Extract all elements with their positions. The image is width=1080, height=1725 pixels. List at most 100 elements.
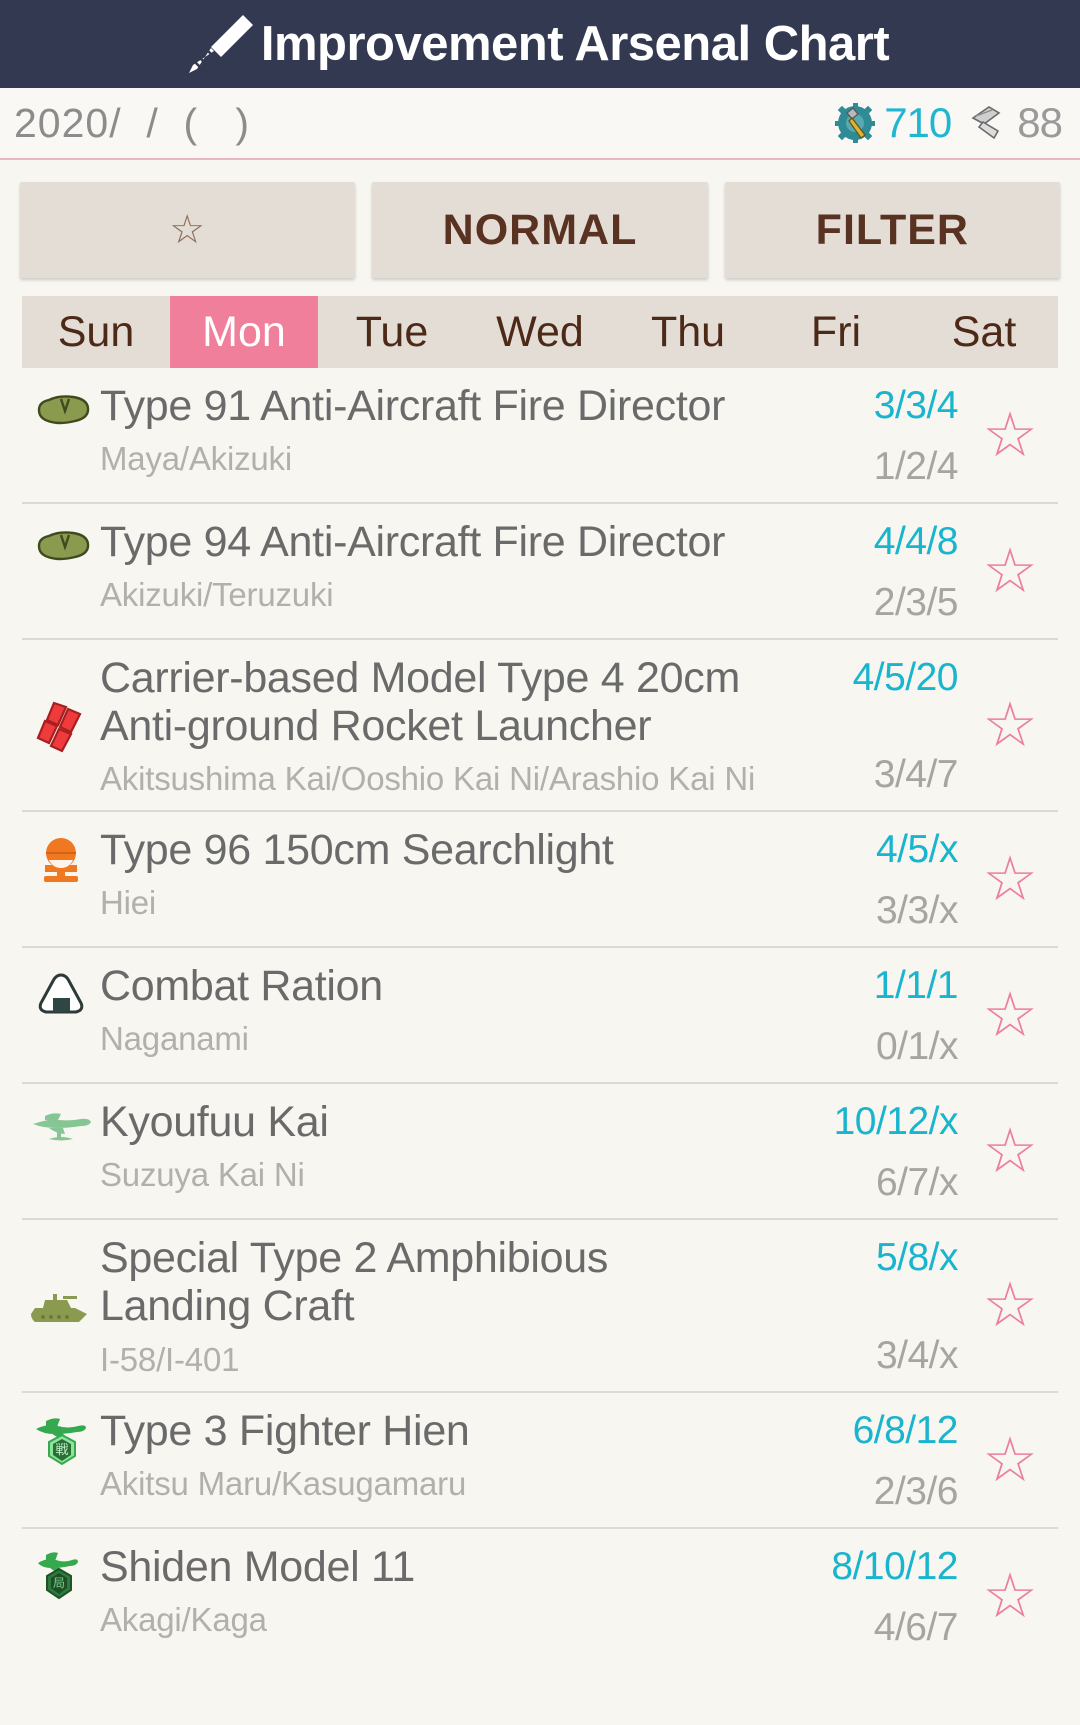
star-icon: ☆ [982, 845, 1038, 915]
upper-values: 10/12/x [833, 1100, 959, 1144]
upper-values: 4/4/8 [873, 520, 959, 563]
equipment-info: Shiden Model 11 Akagi/Kaga [100, 1543, 772, 1639]
equipment-icon-cell [22, 382, 100, 434]
lower-values: 4/6/7 [873, 1605, 959, 1649]
favorite-toggle[interactable]: ☆ [962, 1275, 1058, 1337]
aa-fire-director-icon [37, 531, 90, 561]
favorite-toggle[interactable]: ☆ [962, 695, 1058, 757]
ship-names: I-58/I-401 [100, 1340, 240, 1378]
lower-values: 1/2/4 [873, 445, 959, 488]
equipment-name: Carrier-based Model Type 4 20cm Anti-gro… [100, 654, 740, 751]
ship-names: Naganami [100, 1020, 249, 1058]
star-icon: ☆ [982, 981, 1038, 1051]
favorite-toggle[interactable]: ☆ [962, 849, 1058, 911]
ship-names: Suzuya Kai Ni [100, 1156, 305, 1194]
table-row[interactable]: 局 Shiden Model 11 Akagi/Kaga 8/10/12 4/6… [22, 1529, 1058, 1663]
tab-thu[interactable]: Thu [614, 296, 762, 368]
improvement-values: 6/8/12 2/3/6 [772, 1407, 962, 1515]
favorite-toggle[interactable]: ☆ [962, 1561, 1058, 1631]
equipment-icon-cell [22, 518, 100, 570]
lower-values: 6/7/x [875, 1161, 959, 1205]
improvement-values: 3/3/4 1/2/4 [772, 382, 962, 490]
table-row[interactable]: Special Type 2 Amphibious Landing Craft … [22, 1220, 1058, 1393]
improvement-values: 4/4/8 2/3/5 [772, 518, 962, 626]
filter-button[interactable]: FILTER [724, 182, 1060, 278]
table-row[interactable]: Combat Ration Naganami 1/1/1 0/1/x ☆ [22, 948, 1058, 1085]
improvement-values: 1/1/1 0/1/x [772, 962, 962, 1070]
lower-values: 3/4/7 [873, 753, 959, 797]
lower-values: 3/3/x [875, 889, 959, 933]
table-row[interactable]: Carrier-based Model Type 4 20cm Anti-gro… [22, 640, 1058, 813]
equipment-info: Type 96 150cm Searchlight Hiei [100, 826, 772, 922]
development-material-value: 710 [884, 99, 952, 146]
equipment-name: Combat Ration [100, 962, 383, 1011]
equipment-info: Kyoufuu Kai Suzuya Kai Ni [100, 1098, 772, 1194]
improvement-list: Type 91 Anti-Aircraft Fire Director Maya… [0, 368, 1080, 1663]
weekday-tabs: Sun Mon Tue Wed Thu Fri Sat [22, 296, 1058, 368]
mode-button[interactable]: NORMAL [372, 182, 708, 278]
star-icon: ☆ [982, 401, 1038, 470]
equipment-icon-cell [22, 826, 100, 884]
ship-names: Akagi/Kaga [100, 1600, 267, 1638]
table-row[interactable]: Type 96 150cm Searchlight Hiei 4/5/x 3/3… [22, 812, 1058, 949]
ship-names: Akitsu Maru/Kasugamaru [100, 1464, 467, 1502]
favorite-toggle[interactable]: ☆ [962, 1121, 1058, 1183]
seaplane-fighter-icon [33, 1113, 91, 1141]
upper-values: 3/3/4 [873, 384, 959, 427]
equipment-info: Special Type 2 Amphibious Landing Craft … [100, 1234, 772, 1378]
favorite-toggle[interactable]: ☆ [962, 1425, 1058, 1495]
table-row[interactable]: Kyoufuu Kai Suzuya Kai Ni 10/12/x 6/7/x … [22, 1084, 1058, 1221]
star-icon: ☆ [982, 1117, 1038, 1187]
equipment-info: Combat Ration Naganami [100, 962, 772, 1058]
equipment-icon-cell [22, 697, 100, 755]
equipment-info: Carrier-based Model Type 4 20cm Anti-gro… [100, 654, 772, 798]
upper-values: 5/8/x [875, 1236, 959, 1280]
star-icon: ☆ [169, 208, 207, 252]
improvement-values: 4/5/x 3/3/x [772, 826, 962, 934]
favorite-toggle[interactable]: ☆ [962, 985, 1058, 1047]
improvement-values: 8/10/12 4/6/7 [772, 1543, 962, 1651]
improvement-values: 4/5/20 3/4/7 [772, 654, 962, 798]
tab-sun[interactable]: Sun [22, 296, 170, 368]
equipment-icon-cell [22, 1098, 100, 1146]
svg-text:局: 局 [53, 1576, 65, 1590]
equipment-icon-cell [22, 1286, 100, 1326]
equipment-info: Type 3 Fighter Hien Akitsu Maru/Kasugama… [100, 1407, 772, 1503]
favorite-toggle[interactable]: ☆ [962, 405, 1058, 467]
app-bar: Improvement Arsenal Chart [0, 0, 1080, 88]
favorite-toggle[interactable]: ☆ [962, 541, 1058, 603]
star-icon: ☆ [982, 1425, 1038, 1495]
current-date: 2020/ / ( ) [14, 99, 251, 146]
development-material-icon [835, 103, 876, 143]
upper-values: 4/5/20 [852, 656, 959, 699]
tab-sat[interactable]: Sat [910, 296, 1058, 368]
ship-names: Maya/Akizuki [100, 440, 292, 478]
development-material-counter: 710 [834, 99, 952, 147]
favorite-filter-button[interactable]: ☆ [20, 182, 356, 278]
lower-values: 2/3/6 [873, 1469, 959, 1513]
upper-values: 6/8/12 [852, 1408, 959, 1452]
ship-names: Akitsushima Kai/Ooshio Kai Ni/Arashio Ka… [100, 760, 756, 798]
tab-fri[interactable]: Fri [762, 296, 910, 368]
tab-mon[interactable]: Mon [170, 296, 318, 368]
improvement-material-counter: 88 [967, 99, 1063, 147]
star-icon: ☆ [982, 1561, 1038, 1631]
table-row[interactable]: 戦 Type 3 Fighter Hien Akitsu Maru/Kasuga… [22, 1393, 1058, 1529]
searchlight-icon [44, 838, 78, 883]
rocket-launcher-icon [36, 701, 82, 753]
equipment-icon-cell [22, 962, 100, 1018]
date-resource-bar: 2020/ / ( ) 710 88 [0, 88, 1080, 160]
table-row[interactable]: Type 91 Anti-Aircraft Fire Director Maya… [22, 368, 1058, 504]
equipment-name: Type 94 Anti-Aircraft Fire Director [100, 518, 726, 566]
equipment-name: Type 3 Fighter Hien [100, 1406, 470, 1455]
tab-wed[interactable]: Wed [466, 296, 614, 368]
land-based-fighter-icon: 戦 [36, 1417, 86, 1465]
table-row[interactable]: Type 94 Anti-Aircraft Fire Director Akiz… [22, 504, 1058, 640]
equipment-name: Kyoufuu Kai [100, 1098, 329, 1147]
equipment-name: Special Type 2 Amphibious Landing Craft [100, 1234, 609, 1331]
upper-values: 8/10/12 [831, 1544, 958, 1588]
improvement-values: 10/12/x 6/7/x [772, 1098, 962, 1206]
equipment-info: Type 94 Anti-Aircraft Fire Director Akiz… [100, 518, 772, 614]
tab-tue[interactable]: Tue [318, 296, 466, 368]
land-based-fighter-dark-icon: 局 [38, 1551, 78, 1599]
